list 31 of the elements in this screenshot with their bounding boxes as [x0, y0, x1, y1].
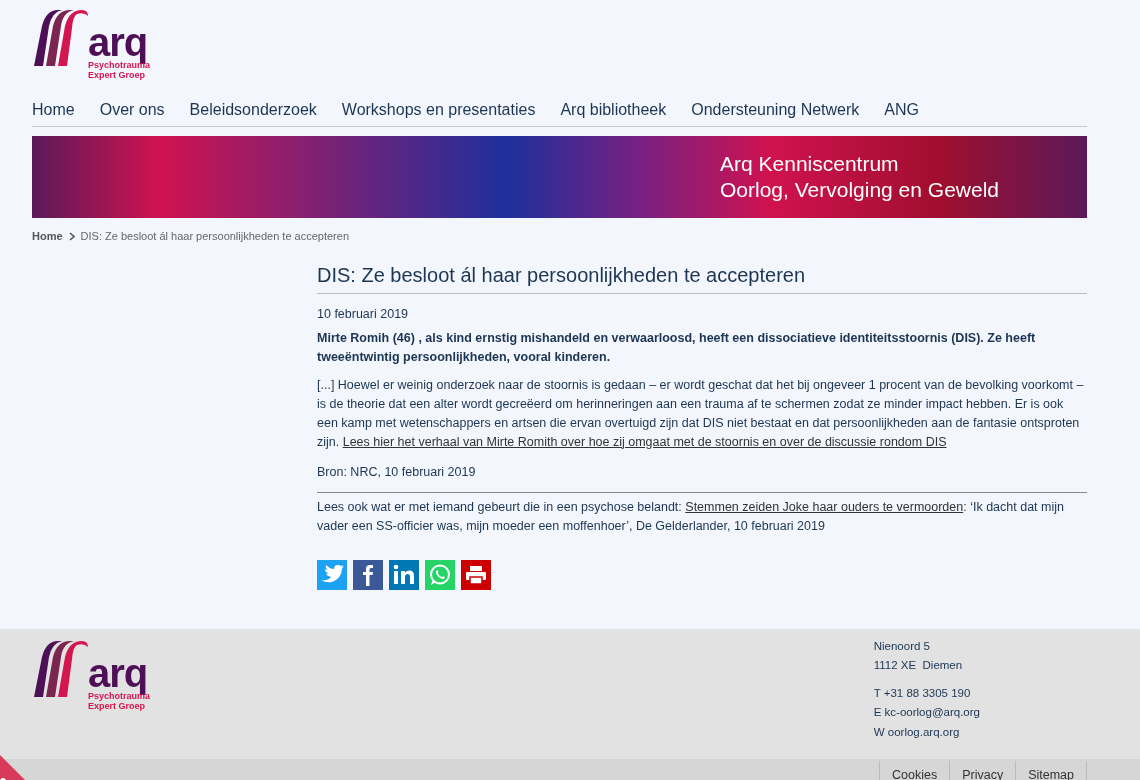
contact-line: E kc-oorlog@arq.org: [873, 705, 980, 720]
article-link[interactable]: Lees hier het verhaal van Mirte Romith over hoe zij omgaat met de stoornis en over de discussie rondom DIS: [342, 434, 947, 449]
nav-link[interactable]: Beleidsonderzoek: [189, 98, 317, 122]
nav-link[interactable]: Workshops en presentaties: [341, 98, 536, 122]
contact-line: T +31 88 3305 190: [873, 685, 972, 701]
nav-link[interactable]: Arq bibliotheek: [560, 98, 667, 122]
article-date: 10 februari 2019: [317, 305, 410, 323]
address-line: 1112 XE Diemen: [873, 658, 964, 673]
address-line: Nienoord 5: [873, 638, 931, 654]
nav-link[interactable]: Over ons: [99, 98, 165, 122]
share-linkedin-button[interactable]: [389, 559, 419, 590]
article-source: Bron: NRC, 10 februari 2019: [317, 462, 1087, 493]
share-print-button[interactable]: [461, 559, 491, 590]
share-twitter-button[interactable]: [317, 559, 347, 590]
nav-link[interactable]: Ondersteuning Netwerk: [691, 98, 860, 122]
breadcrumb-link[interactable]: Home: [32, 228, 63, 245]
logo-tagline: Expert Groep: [88, 700, 145, 711]
chevron-icon: [68, 231, 75, 241]
article-body: [...] Hoewel er weinig onderzoek naar de stoornis is gedaan – er wordt geschat dat het bij ongeveer 1 procent van de bevolking voorkomt – is de theorie dat een alter wordt gecreëerd om herinneringen aan een trauma af te schermen zodat ze minder impact hebben. Er is ook een kamp met wetenschappers en artsen die ervan overtuigd zijn dat DIS niet bestaat en dat persoonlijkheden aan de fantasie ontsproten zijn. Lees hier het verhaal van Mirte Romith over hoe zij omgaat met de stoornis en over de discussie rondom DIS: [317, 376, 1085, 451]
share-facebook-button[interactable]: [353, 559, 383, 590]
banner-title: Arq Kenniscentrum: [720, 151, 900, 177]
contact-line: W oorlog.arq.org: [873, 724, 961, 740]
related-article-text: Lees ook wat er met iemand gebeurt die in een psychose belandt: Stemmen zeiden Joke haar ouders te vermoorden: ‘Ik dacht dat mijn vader een SS-officier was, mijn moeder een moffenhoer’, De Gelderlander, 10 februari 2019: [317, 498, 1065, 535]
article-title: DIS: Ze besloot ál haar persoonlijkheden te accepteren: [317, 262, 1087, 294]
nav-link[interactable]: ANG: [884, 98, 919, 122]
article-lead: Mirte Romih (46) , als kind ernstig mishandeld en verwaarloosd, heeft een dissociatieve identiteitsstoornis (DIS). Ze heeft tweeëntwintig persoonlijkheden, vooral kinderen.: [317, 329, 1037, 366]
nav-link[interactable]: Home: [32, 98, 75, 122]
breadcrumb-current: DIS: Ze besloot ál haar persoonlijkheden te accepteren: [80, 229, 349, 244]
logo-tagline: Expert Groep: [88, 70, 146, 80]
banner-title: Oorlog, Vervolging en Geweld: [720, 177, 1000, 203]
footer-link[interactable]: Cookies: [879, 760, 950, 780]
